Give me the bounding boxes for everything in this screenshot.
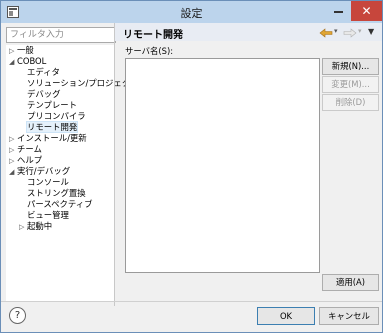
- tree-item[interactable]: テンプレート: [19, 100, 77, 111]
- edit-button[interactable]: 変更(M)...: [322, 76, 379, 93]
- tree-item-label: ストリング置換: [27, 188, 86, 198]
- server-list[interactable]: [125, 58, 320, 273]
- new-button[interactable]: 新規(N)...: [322, 58, 379, 75]
- tree-item[interactable]: ▷ 起動中: [19, 221, 52, 232]
- tree-item[interactable]: エディタ: [19, 67, 60, 78]
- collapse-arrow-icon[interactable]: ◢: [9, 167, 17, 178]
- collapse-arrow-icon[interactable]: ◢: [9, 57, 17, 68]
- tree-item-label: インストール/更新: [17, 133, 87, 143]
- tree-item[interactable]: ▷ ヘルプ: [9, 155, 42, 166]
- back-dropdown-icon[interactable]: ▾: [334, 27, 338, 35]
- back-arrow-icon[interactable]: [319, 28, 333, 38]
- title-bar: 設定 ✕: [1, 1, 382, 23]
- tree-item-label: 実行/デバッグ: [17, 166, 71, 176]
- ok-button[interactable]: OK: [257, 307, 315, 325]
- tree-item-label: COBOL: [17, 56, 47, 66]
- tree-item[interactable]: ビュー管理: [19, 210, 69, 221]
- close-button[interactable]: ✕: [351, 1, 382, 21]
- tree-item-label: リモート開発: [25, 121, 79, 133]
- tree-item[interactable]: ◢ 実行/デバッグ: [9, 166, 70, 177]
- tree-item[interactable]: ソリューション/プロジェクト: [19, 78, 139, 89]
- tree-item-label: ヘルプ: [17, 155, 43, 165]
- cancel-button[interactable]: キャンセル: [319, 307, 379, 325]
- minimize-button[interactable]: [325, 1, 351, 21]
- tree-item-label: コンソール: [27, 177, 69, 187]
- tree-item[interactable]: パースペクティブ: [19, 199, 93, 210]
- tree-item-label: 一般: [17, 45, 34, 55]
- tree-item[interactable]: ▷ インストール/更新: [9, 133, 87, 144]
- tree-item[interactable]: ▷ 一般: [9, 45, 34, 56]
- tree-item-label: エディタ: [27, 67, 60, 77]
- tree-item-label: テンプレート: [27, 100, 77, 110]
- tree-item-label: 起動中: [27, 221, 53, 231]
- tree-item[interactable]: コンソール: [19, 177, 69, 188]
- forward-arrow-icon[interactable]: [343, 28, 357, 38]
- footer-divider: [1, 301, 382, 302]
- server-name-label: サーバ名(S):: [125, 46, 174, 56]
- expand-arrow-icon[interactable]: ▷: [19, 222, 27, 233]
- tree-item[interactable]: デバッグ: [19, 89, 61, 100]
- tree-item[interactable]: ◢ COBOL: [9, 56, 46, 67]
- tree-item[interactable]: ▷ チーム: [9, 144, 42, 155]
- tree-item-label: プリコンパイラ: [27, 111, 86, 121]
- preference-tree: ▷ 一般 ◢ COBOL エディタ ソリューション/プロジェクト デバッグ テンプレート プリコ…: [6, 45, 139, 301]
- tree-item-label: ビュー管理: [27, 210, 69, 220]
- view-menu-icon[interactable]: ▼: [368, 27, 374, 36]
- apply-button[interactable]: 適用(A): [322, 274, 379, 291]
- page-title: リモート開発: [123, 30, 183, 41]
- filter-input[interactable]: フィルタ入力: [6, 27, 116, 43]
- help-icon[interactable]: ?: [9, 307, 26, 324]
- settings-dialog: 設定 ✕ フィルタ入力 ▷ 一般 ◢ COBOL エディタ ソリューション/プロジェクトデ…: [0, 0, 383, 333]
- tree-item-label: チーム: [17, 144, 42, 154]
- delete-button[interactable]: 削除(D): [322, 94, 379, 111]
- forward-dropdown-icon[interactable]: ▾: [358, 27, 362, 35]
- tree-item-label: ソリューション/プロジェクト: [27, 78, 139, 88]
- tree-item-label: パースペクティブ: [27, 199, 93, 209]
- splitter[interactable]: [114, 23, 115, 306]
- tree-item[interactable]: ストリング置換: [19, 188, 86, 199]
- tree-item-label: デバッグ: [27, 89, 61, 99]
- tree-item[interactable]: プリコンパイラ: [19, 111, 86, 122]
- tree-item[interactable]: リモート開発: [19, 121, 79, 133]
